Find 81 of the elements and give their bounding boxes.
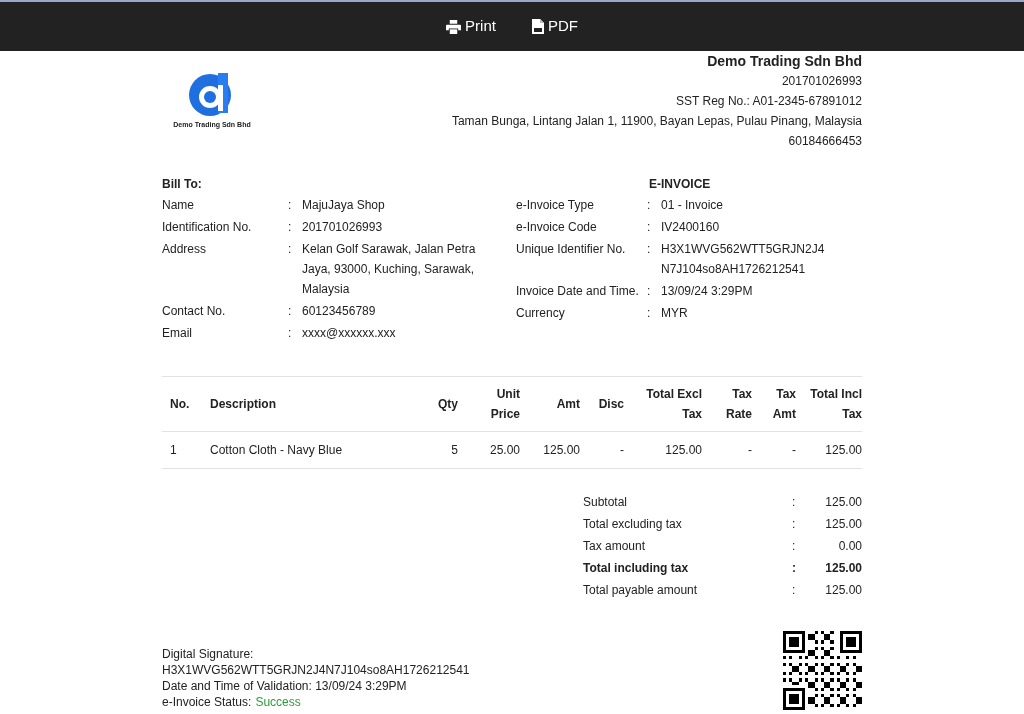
field-label: Invoice Date and Time. [516,283,640,300]
summary-value: 125.00 [824,494,862,511]
field-label: Currency [516,305,566,322]
table-cell: - [752,431,796,469]
table-cell: 125.00 [796,431,862,469]
table-cell: - [580,431,624,469]
table-cell: 125.00 [520,431,580,469]
column-header: Qty [437,396,458,413]
field-value: xxxx@xxxxxx.xxx [302,325,397,342]
field-separator: : [647,241,652,258]
summary-label: Tax amount [583,538,647,555]
field-separator: : [288,303,293,320]
field-label: Unique Identifier No. [516,241,627,258]
summary-label: Total excluding tax [583,516,683,533]
field-separator: : [647,197,652,214]
company-detail: 60184666453 [788,133,862,150]
field-value: Kelan Golf Sarawak, Jalan Petra Jaya, 93000, Kuching, Sarawak, Malaysia [302,241,477,298]
field-value: 60123456789 [302,303,377,320]
table-cell: 5 [418,431,458,469]
field-value: 13/09/24 3:29PM [661,283,754,300]
pdf-file-icon [531,19,544,34]
company-detail: SST Reg No.: A01-2345-67891012 [676,93,862,110]
field-separator: : [647,283,652,300]
field-value: MYR [661,305,689,322]
summary-separator: : [792,516,797,533]
field-value: 01 - Invoice [661,197,725,214]
field-separator: : [288,219,293,236]
validation-date: Date and Time of Validation: 13/09/24 3:29PM [162,678,408,694]
field-separator: : [647,219,652,236]
field-label: e-Invoice Type [516,197,595,214]
field-label: Contact No. [162,303,227,320]
summary-separator: : [792,538,797,555]
summary-label: Total including tax [583,560,690,577]
field-value: 201701026993 [302,219,384,236]
status-value: Success [255,694,301,710]
field-value: MajuJaya Shop [302,197,386,214]
field-separator: : [288,241,293,258]
field-value: H3X1WVG562WTT5GRJN2J4N7J104so8AH1726212541 [661,241,826,278]
column-header: Amt [555,396,580,413]
summary-value: 0.00 [837,538,862,555]
signature-value: H3X1WVG562WTT5GRJN2J4N7J104so8AH1726212541 [162,662,470,678]
field-label: Identification No. [162,219,253,236]
field-separator: : [288,197,293,214]
status-label: e-Invoice Status: [162,694,252,710]
table-cell: 125.00 [624,431,702,469]
summary-label: Total payable amount [583,582,699,599]
field-label: Name [162,197,195,214]
field-separator: : [647,305,652,322]
column-header: Total Incl Tax [809,386,862,423]
column-header: Tax Rate [725,386,752,423]
column-header: No. [170,396,191,413]
column-header: Unit Price [489,386,520,423]
table-cell: 25.00 [458,431,520,469]
column-header: Description [210,396,277,413]
table-cell: Cotton Cloth - Navy Blue [202,431,418,469]
summary-label: Subtotal [583,494,629,511]
summary-value: 125.00 [824,516,862,533]
summary-separator: : [792,560,797,577]
print-button[interactable]: Print [446,15,496,38]
section-title: Bill To: [162,176,203,193]
summary-separator: : [792,582,797,599]
summary-value: 125.00 [824,560,862,577]
company-name: Demo Trading Sdn Bhd [707,52,862,70]
field-value: IV2400160 [661,219,721,236]
summary-value: 125.00 [824,582,862,599]
pdf-button[interactable]: PDF [531,15,578,38]
table-cell: 1 [162,431,202,469]
field-label: e-Invoice Code [516,219,598,236]
signature-label: Digital Signature: [162,646,255,662]
column-header: Total Excl Tax [646,386,702,423]
summary-separator: : [792,494,797,511]
table-cell: - [702,431,752,469]
field-label: Address [162,241,208,258]
printer-icon [446,19,462,34]
company-detail: Taman Bunga, Lintang Jalan 1, 11900, Bayan Lepas, Pulau Pinang, Malaysia [451,113,862,130]
company-detail: 201701026993 [781,73,862,90]
section-title: E-INVOICE [648,176,712,193]
field-separator: : [288,325,293,342]
column-header: Disc [597,396,624,413]
column-header: Tax Amt [771,386,796,423]
field-label: Email [162,325,193,342]
